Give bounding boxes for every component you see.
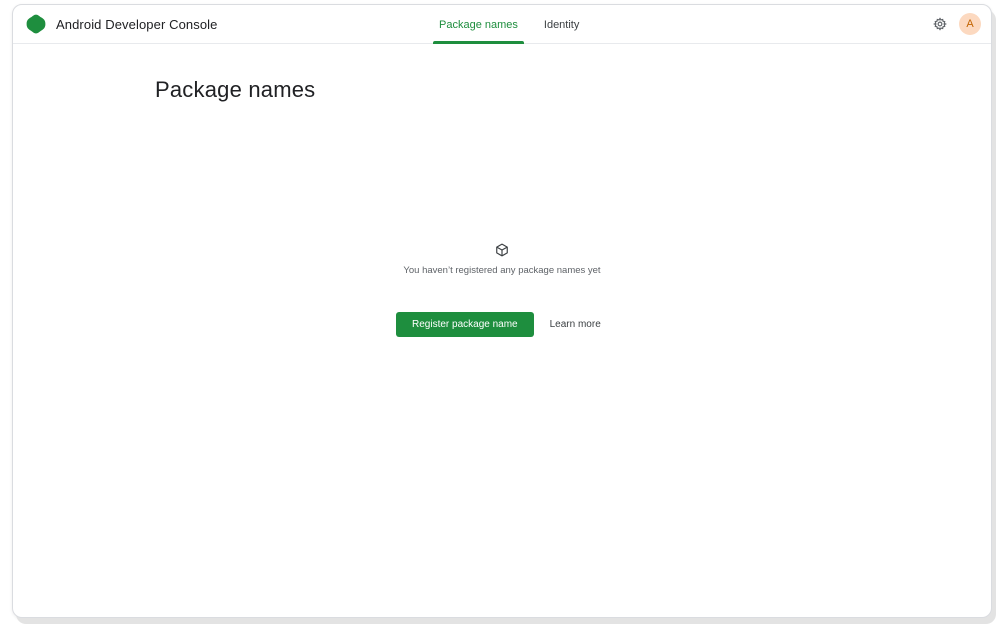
nav-tabs: Package names Identity [433, 5, 599, 44]
learn-more-link[interactable]: Learn more [550, 319, 601, 330]
settings-button[interactable] [929, 13, 951, 35]
top-bar: Android Developer Console Package names … [13, 5, 991, 44]
page-title: Package names [155, 77, 316, 102]
empty-state: You haven’t registered any package names… [13, 243, 991, 276]
avatar[interactable]: A [959, 13, 981, 35]
app-window: Android Developer Console Package names … [12, 4, 992, 618]
register-package-name-button[interactable]: Register package name [396, 312, 534, 337]
android-logo-icon [26, 14, 46, 34]
tab-package-names[interactable]: Package names [433, 5, 524, 44]
brand[interactable]: Android Developer Console [26, 14, 217, 34]
header-actions: A [929, 13, 981, 35]
tab-identity[interactable]: Identity [538, 5, 585, 43]
empty-state-message: You haven’t registered any package names… [403, 265, 601, 276]
gear-icon [933, 17, 947, 31]
screen: Android Developer Console Package names … [0, 0, 1002, 629]
empty-state-actions: Register package name Learn more [396, 312, 601, 337]
app-title: Android Developer Console [56, 16, 218, 32]
package-box-icon [496, 243, 508, 257]
